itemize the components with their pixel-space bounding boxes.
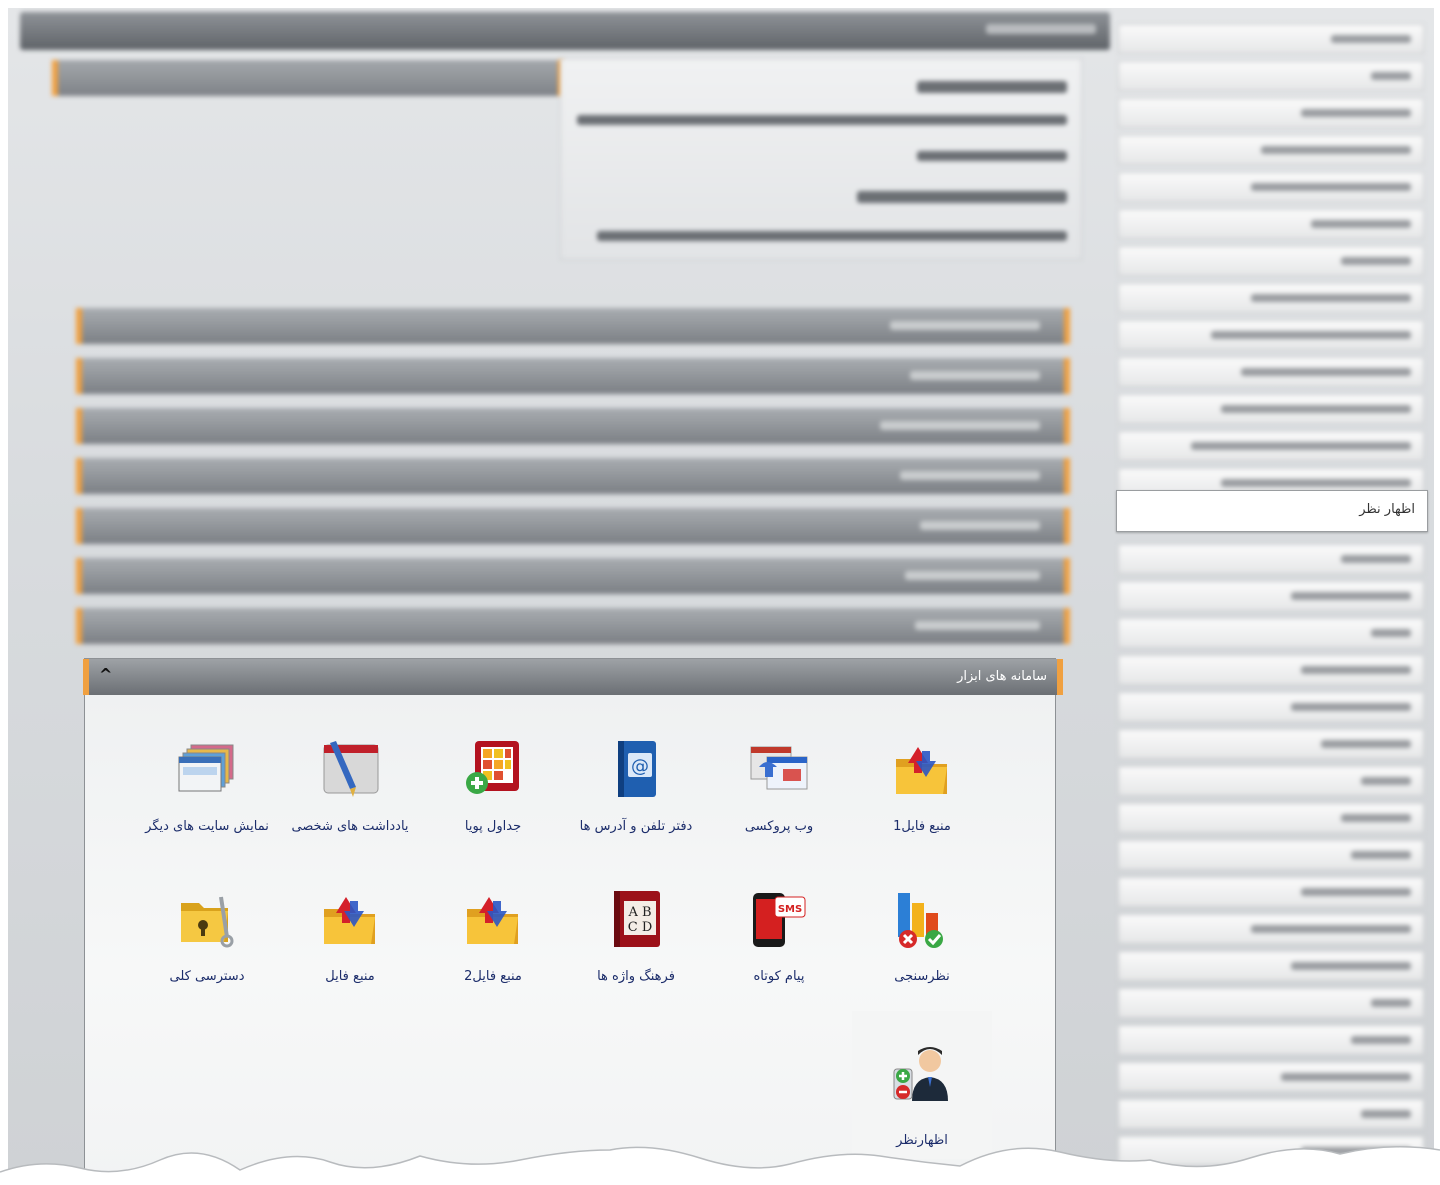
sidebar-item[interactable] — [1118, 1062, 1424, 1092]
tools-panel: سامانه های ابزار ^ منبع فایل1 وب پروکسی … — [83, 658, 1063, 1173]
sidebar — [1114, 16, 1432, 1173]
sidebar-item[interactable] — [1118, 209, 1424, 239]
sidebar-item[interactable] — [1118, 1025, 1424, 1055]
tile-label: نمایش سایت های دیگر — [145, 819, 269, 834]
sidebar-item[interactable] — [1118, 766, 1424, 796]
tools-panel-header[interactable]: سامانه های ابزار ^ — [83, 659, 1063, 695]
top-bar-title — [986, 24, 1096, 34]
address-book-icon: @ — [618, 741, 656, 797]
tile-label: پیام کوتاه — [753, 969, 805, 984]
sidebar-item[interactable] — [1118, 618, 1424, 648]
page-frame: سامانه های ابزار ^ منبع فایل1 وب پروکسی … — [8, 8, 1434, 1173]
dynamic-table-icon — [466, 741, 519, 794]
tile-phonebook[interactable]: @ دفتر تلفن و آدرس ها — [566, 731, 706, 871]
sidebar-item-label: اظهار نظر — [1359, 502, 1415, 517]
folder-key-icon — [181, 896, 234, 948]
sidebar-item[interactable] — [1118, 544, 1424, 574]
tile-file-source[interactable]: منبع فایل — [280, 881, 420, 1021]
collapsed-panel[interactable] — [76, 608, 1070, 644]
sidebar-item[interactable] — [1118, 951, 1424, 981]
svg-text:A B: A B — [627, 905, 651, 920]
sidebar-item[interactable] — [1118, 24, 1424, 54]
tile-label: جداول پویا — [464, 819, 522, 834]
tile-file-source-2[interactable]: منبع فایل2 — [423, 881, 563, 1021]
tile-label: منبع فایل — [325, 969, 375, 984]
sidebar-item[interactable] — [1118, 246, 1424, 276]
user-opinion-icon — [893, 1047, 948, 1101]
personal-notes-icon — [323, 741, 379, 797]
collapsed-panel[interactable] — [76, 558, 1070, 594]
svg-text:@: @ — [631, 756, 649, 777]
sidebar-item[interactable] — [1118, 357, 1424, 387]
sidebar-item[interactable] — [1118, 98, 1424, 128]
tile-global-access[interactable]: دسترسی کلی — [137, 881, 277, 1021]
sidebar-item[interactable] — [1118, 581, 1424, 611]
collapsed-panel[interactable] — [76, 308, 1070, 344]
web-proxy-icon — [750, 746, 808, 790]
sidebar-item[interactable] — [1118, 655, 1424, 685]
sms-phone-icon: SMS — [753, 893, 806, 947]
tile-personal-notes[interactable]: یادداشت های شخصی — [280, 731, 420, 871]
dictionary-book-icon: A B C D — [614, 891, 660, 947]
tile-web-proxy[interactable]: وب پروکسی — [709, 731, 849, 871]
torn-edge-decoration — [0, 1146, 1440, 1185]
tile-label: دسترسی کلی — [169, 969, 245, 984]
sidebar-item[interactable] — [1118, 988, 1424, 1018]
tile-label: منبع فایل1 — [893, 819, 951, 834]
sidebar-item[interactable] — [1118, 692, 1424, 722]
widget-header-bar[interactable] — [52, 60, 564, 96]
tile-label: منبع فایل2 — [464, 969, 522, 984]
tile-label: فرهنگ واژه ها — [597, 969, 675, 984]
tile-sms[interactable]: SMS پیام کوتاه — [709, 881, 849, 1021]
sidebar-item[interactable] — [1118, 394, 1424, 424]
svg-text:SMS: SMS — [778, 904, 802, 915]
tile-label: وب پروکسی — [744, 819, 814, 834]
sidebar-item[interactable] — [1118, 877, 1424, 907]
sidebar-item[interactable] — [1118, 283, 1424, 313]
tile-poll[interactable]: نظرسنجی — [852, 881, 992, 1021]
folder-transfer-icon — [467, 897, 518, 944]
sidebar-item[interactable] — [1118, 172, 1424, 202]
sites-display-icon — [178, 744, 234, 792]
tile-label: یادداشت های شخصی — [291, 819, 409, 834]
tile-label: نظرسنجی — [894, 969, 950, 984]
collapse-chevron-icon[interactable]: ^ — [99, 665, 112, 684]
folder-transfer-icon — [896, 747, 947, 794]
collapsed-panel[interactable] — [76, 358, 1070, 394]
top-bar — [20, 12, 1110, 50]
collapsed-panel[interactable] — [76, 508, 1070, 544]
poll-chart-icon — [898, 893, 943, 948]
collapsed-panel[interactable] — [76, 408, 1070, 444]
tile-glossary[interactable]: A B C D فرهنگ واژه ها — [566, 881, 706, 1021]
collapsed-panel[interactable] — [76, 458, 1070, 494]
folder-transfer-icon — [324, 897, 375, 944]
welcome-box — [560, 58, 1082, 260]
sidebar-item[interactable] — [1118, 803, 1424, 833]
sidebar-item[interactable] — [1118, 61, 1424, 91]
sidebar-item[interactable] — [1118, 135, 1424, 165]
sidebar-item[interactable] — [1118, 431, 1424, 461]
tools-panel-title: سامانه های ابزار — [957, 669, 1047, 684]
svg-text:C D: C D — [628, 920, 653, 935]
sidebar-item[interactable] — [1118, 729, 1424, 759]
tile-label: دفتر تلفن و آدرس ها — [579, 819, 693, 834]
tile-other-sites[interactable]: نمایش سایت های دیگر — [137, 731, 277, 871]
sidebar-item-opinion[interactable]: اظهار نظر — [1116, 490, 1428, 532]
sidebar-item[interactable] — [1118, 320, 1424, 350]
tile-dynamic-tables[interactable]: جداول پویا — [423, 731, 563, 871]
sidebar-item[interactable] — [1118, 840, 1424, 870]
tile-file-source-1[interactable]: منبع فایل1 — [852, 731, 992, 871]
sidebar-item[interactable] — [1118, 914, 1424, 944]
